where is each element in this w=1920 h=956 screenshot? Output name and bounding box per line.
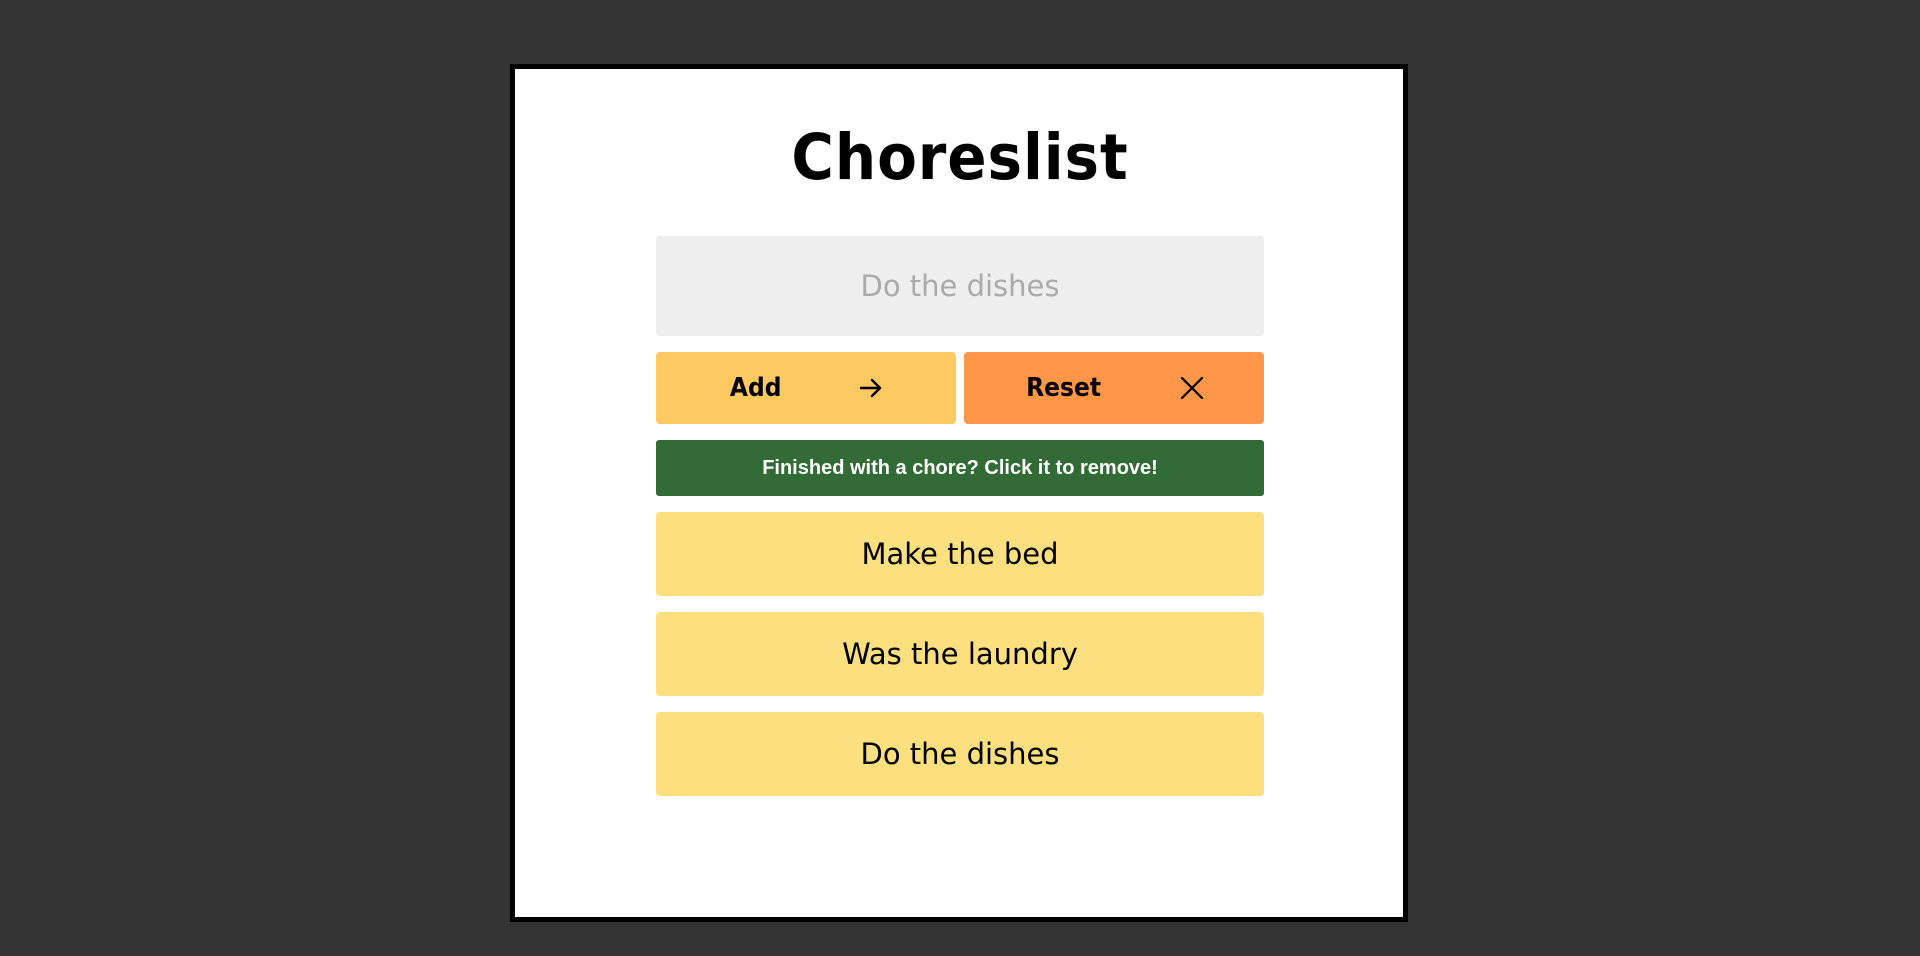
instruction-banner: Finished with a chore? Click it to remov… xyxy=(656,440,1264,496)
reset-button-label: Reset xyxy=(1026,373,1102,403)
add-button-label: Add xyxy=(730,373,782,403)
close-icon xyxy=(1178,374,1206,402)
reset-button[interactable]: Reset xyxy=(964,352,1264,424)
chore-item[interactable]: Make the bed xyxy=(656,512,1264,596)
arrow-right-icon xyxy=(857,374,885,402)
chore-item[interactable]: Was the laundry xyxy=(656,612,1264,696)
chore-list: Make the bed Was the laundry Do the dish… xyxy=(656,512,1264,812)
page-title: Choreslist xyxy=(791,121,1129,194)
chore-input[interactable] xyxy=(656,236,1264,336)
chore-item[interactable]: Do the dishes xyxy=(656,712,1264,796)
add-button[interactable]: Add xyxy=(656,352,956,424)
